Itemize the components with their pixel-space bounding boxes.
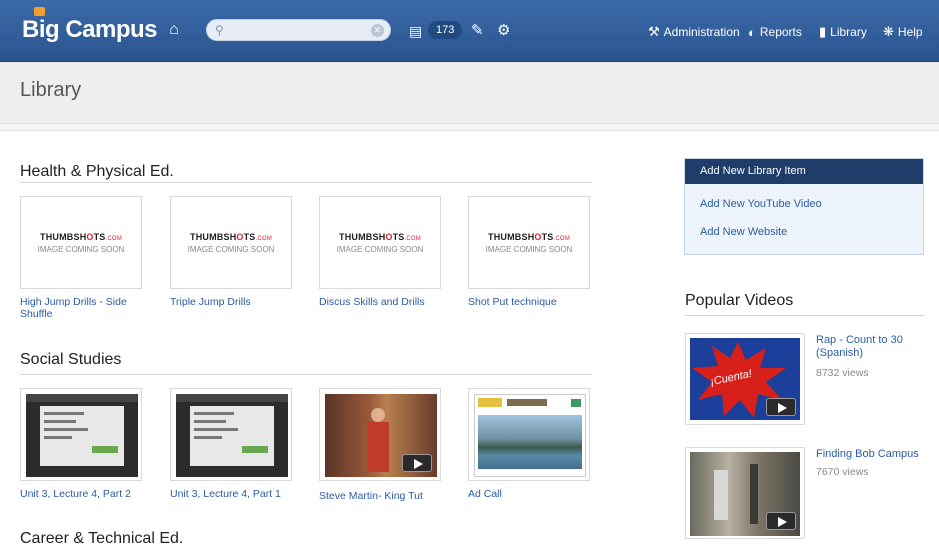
add-youtube-video-link[interactable]: Add New YouTube Video — [700, 198, 822, 210]
library-item-link[interactable]: Shot Put technique — [468, 296, 598, 308]
search-input[interactable] — [233, 22, 363, 38]
help-icon: ❋ — [883, 24, 894, 39]
popular-videos-divider — [685, 315, 925, 316]
library-item-link[interactable]: High Jump Drills - Side Shuffle — [20, 296, 150, 320]
users-settings-icon[interactable]: ⚙ — [497, 21, 510, 39]
section-divider — [20, 182, 592, 183]
library-item-link[interactable]: Unit 3, Lecture 4, Part 2 — [20, 488, 150, 500]
webpage-preview — [26, 394, 138, 477]
library-item-thumbnail[interactable] — [170, 388, 292, 481]
video-preview — [325, 394, 437, 477]
section-divider — [20, 374, 592, 375]
library-item-link[interactable]: Triple Jump Drills — [170, 296, 300, 308]
wrench-icon: ⚒ — [648, 24, 660, 39]
nav-reports-label: Reports — [759, 25, 802, 39]
logo-badge — [34, 7, 45, 16]
popular-video-link[interactable]: Finding Bob Campus — [816, 448, 936, 461]
library-item-thumbnail[interactable]: THUMBSHOTS.COM IMAGE COMING SOON — [20, 196, 142, 289]
nav-administration[interactable]: ⚒ Administration — [648, 23, 740, 41]
image-coming-soon: IMAGE COMING SOON — [37, 245, 125, 254]
popular-videos-heading: Popular Videos — [685, 292, 794, 309]
title-divider — [0, 124, 939, 131]
top-nav-bar: Big Campus ⌂ ⚲ ✕ ▤ 173 ✎ ⚙ ⚒ Administrat… — [0, 0, 939, 62]
popular-video-thumbnail[interactable] — [685, 447, 805, 539]
play-icon[interactable] — [402, 454, 432, 472]
search-box[interactable]: ⚲ ✕ — [206, 19, 391, 41]
library-item-link[interactable]: Unit 3, Lecture 4, Part 1 — [170, 488, 300, 500]
play-icon[interactable] — [766, 398, 796, 416]
webpage-preview — [176, 394, 288, 477]
add-new-library-item-header[interactable]: Add New Library Item — [685, 159, 923, 184]
nav-reports[interactable]: ◐ Reports — [748, 23, 802, 41]
page-title: Library — [20, 79, 82, 101]
thumbshots-logo: THUMBSHOTS.COM — [339, 232, 421, 242]
nav-help[interactable]: ❋ Help — [883, 23, 923, 41]
section-heading-career-technical: Career & Technical Ed. — [20, 530, 184, 546]
add-library-item-panel: Add New Library Item Add New YouTube Vid… — [684, 158, 924, 255]
video-preview: ¡Cuenta! — [690, 338, 800, 420]
nav-library-label: Library — [830, 25, 867, 39]
image-coming-soon: IMAGE COMING SOON — [187, 245, 275, 254]
library-item-thumbnail[interactable] — [468, 388, 590, 481]
message-count-badge[interactable]: 173 — [428, 21, 463, 39]
nav-library[interactable]: ▮ Library — [819, 23, 867, 41]
section-heading-social-studies: Social Studies — [20, 351, 122, 368]
nav-help-label: Help — [897, 25, 923, 39]
home-icon[interactable]: ⌂ — [166, 21, 182, 39]
library-item-thumbnail[interactable]: THUMBSHOTS.COM IMAGE COMING SOON — [468, 196, 590, 289]
pie-chart-icon: ◐ — [748, 24, 756, 40]
popular-video-views: 7670 views — [816, 466, 869, 478]
popular-video-thumbnail[interactable]: ¡Cuenta! — [685, 333, 805, 425]
image-coming-soon: IMAGE COMING SOON — [485, 245, 573, 254]
section-heading-health: Health & Physical Ed. — [20, 163, 174, 180]
thumbshots-logo: THUMBSHOTS.COM — [190, 232, 272, 242]
popular-video-link[interactable]: Rap - Count to 30 (Spanish) — [816, 334, 936, 360]
popular-video-views: 8732 views — [816, 367, 869, 379]
webpage-preview — [474, 394, 586, 477]
clear-search-icon[interactable]: ✕ — [371, 24, 384, 37]
nav-administration-label: Administration — [663, 25, 740, 39]
library-item-thumbnail[interactable] — [319, 388, 441, 481]
thumbshots-logo: THUMBSHOTS.COM — [488, 232, 570, 242]
library-item-link[interactable]: Steve Martin- King Tut — [319, 490, 449, 502]
library-item-thumbnail[interactable]: THUMBSHOTS.COM IMAGE COMING SOON — [170, 196, 292, 289]
library-item-thumbnail[interactable] — [20, 388, 142, 481]
play-icon[interactable] — [766, 512, 796, 530]
pencil-icon[interactable]: ✎ — [471, 21, 484, 39]
thumbshots-logo: THUMBSHOTS.COM — [40, 232, 122, 242]
video-preview — [690, 452, 800, 536]
add-website-link[interactable]: Add New Website — [700, 226, 787, 238]
page-title-band — [0, 62, 939, 124]
search-icon: ⚲ — [215, 23, 224, 37]
library-icon: ▮ — [819, 24, 827, 39]
library-item-thumbnail[interactable]: THUMBSHOTS.COM IMAGE COMING SOON — [319, 196, 441, 289]
messages-icon[interactable]: ▤ — [409, 23, 422, 40]
library-item-link[interactable]: Discus Skills and Drills — [319, 296, 449, 308]
image-coming-soon: IMAGE COMING SOON — [336, 245, 424, 254]
app-logo[interactable]: Big Campus — [22, 16, 158, 44]
library-item-link[interactable]: Ad Call — [468, 488, 598, 500]
